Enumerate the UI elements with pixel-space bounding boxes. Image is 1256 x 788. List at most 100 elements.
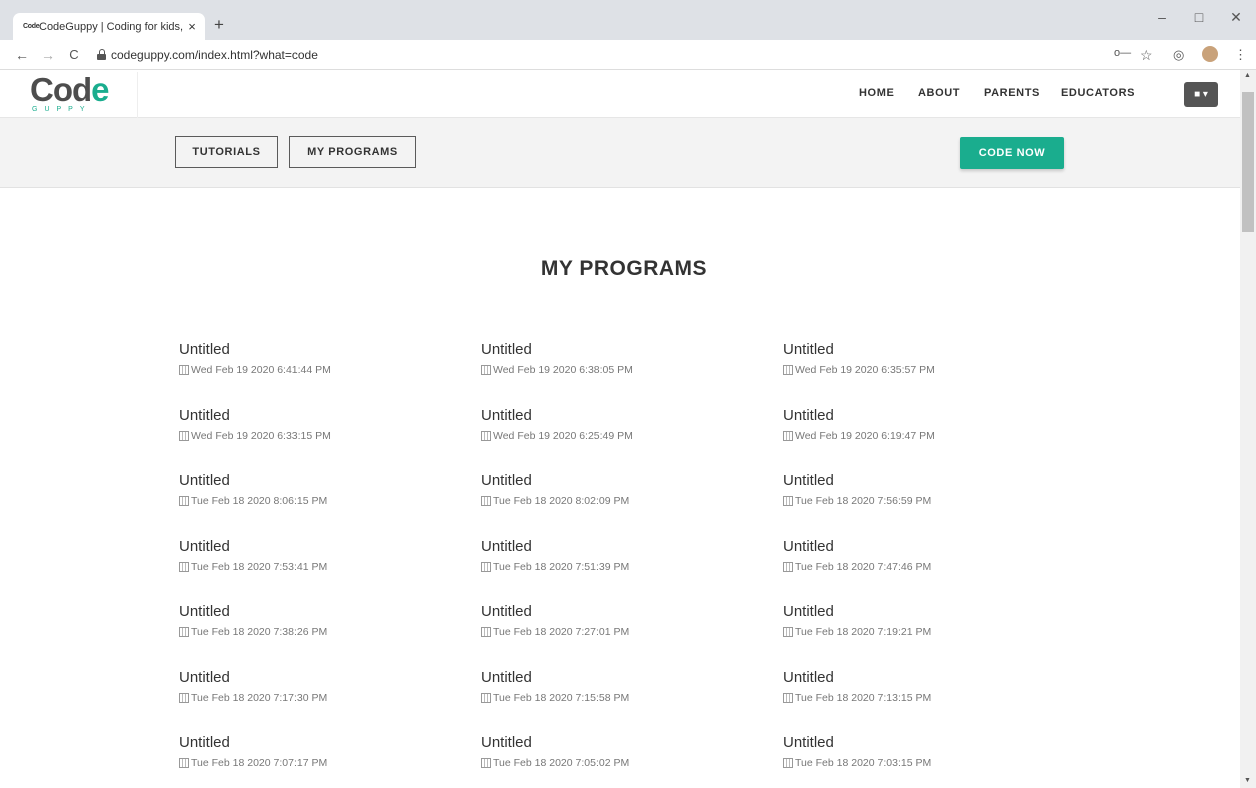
program-title[interactable]: Untitled [783,603,1043,621]
program-item[interactable]: Untitled Tue Feb 18 2020 8:02:09 PM [481,472,741,507]
program-date-text: Wed Feb 19 2020 6:35:57 PM [795,364,935,376]
program-item[interactable]: Untitled Tue Feb 18 2020 7:15:58 PM [481,669,741,704]
program-item[interactable]: Untitled Wed Feb 19 2020 6:35:57 PM [783,341,1043,376]
program-title[interactable]: Untitled [481,407,741,425]
program-title[interactable]: Untitled [179,341,439,359]
my-programs-button[interactable]: MY PROGRAMS [289,136,416,168]
program-item[interactable]: Untitled Tue Feb 18 2020 7:56:59 PM [783,472,1043,507]
site-favicon-icon: Code [23,23,40,30]
program-date: Wed Feb 19 2020 6:19:47 PM [783,430,1043,442]
scroll-up-icon[interactable]: ▲ [1244,72,1251,79]
program-title[interactable]: Untitled [481,734,741,752]
bookmark-star-icon[interactable]: ☆ [1140,47,1153,64]
program-title[interactable]: Untitled [783,407,1043,425]
scrollbar-thumb[interactable] [1242,92,1254,232]
program-title[interactable]: Untitled [179,669,439,687]
program-title[interactable]: Untitled [481,341,741,359]
nav-about-link[interactable]: ABOUT [918,87,960,99]
program-item[interactable]: Untitled Tue Feb 18 2020 7:13:15 PM [783,669,1043,704]
browser-toolbar: ← → C codeguppy.com/index.html?what=code… [0,40,1256,70]
program-item[interactable]: Untitled Tue Feb 18 2020 7:03:15 PM [783,734,1043,769]
program-item[interactable]: Untitled Tue Feb 18 2020 7:47:46 PM [783,538,1043,573]
program-item[interactable]: Untitled Wed Feb 19 2020 6:33:15 PM [179,407,439,442]
program-date: Wed Feb 19 2020 6:41:44 PM [179,364,439,376]
user-icon: ■ [1194,89,1201,100]
program-item[interactable]: Untitled Tue Feb 18 2020 7:27:01 PM [481,603,741,638]
program-date: Wed Feb 19 2020 6:33:15 PM [179,430,439,442]
program-item[interactable]: Untitled Tue Feb 18 2020 7:05:02 PM [481,734,741,769]
program-date-text: Tue Feb 18 2020 7:27:01 PM [493,626,630,638]
program-title[interactable]: Untitled [179,472,439,490]
program-date: Tue Feb 18 2020 7:07:17 PM [179,757,439,769]
calendar-icon [783,693,793,703]
program-date: Tue Feb 18 2020 7:03:15 PM [783,757,1043,769]
new-tab-button[interactable]: + [214,15,224,35]
program-item[interactable]: Untitled Tue Feb 18 2020 7:53:41 PM [179,538,439,573]
calendar-icon [481,693,491,703]
program-date: Tue Feb 18 2020 7:47:46 PM [783,561,1043,573]
site-navbar: Code GUPPY [0,70,1240,118]
window-maximize-button[interactable]: □ [1189,9,1209,25]
program-title[interactable]: Untitled [179,538,439,556]
program-date: Tue Feb 18 2020 7:56:59 PM [783,495,1043,507]
browser-tab[interactable]: Code CodeGuppy | Coding for kids, tee × [13,13,205,40]
program-title[interactable]: Untitled [481,603,741,621]
logo-wordmark: Cod [30,71,92,108]
program-date: Wed Feb 19 2020 6:25:49 PM [481,430,741,442]
program-title[interactable]: Untitled [179,407,439,425]
program-date-text: Tue Feb 18 2020 7:15:58 PM [493,692,630,704]
program-date-text: Wed Feb 19 2020 6:33:15 PM [191,430,331,442]
program-item[interactable]: Untitled Tue Feb 18 2020 7:19:21 PM [783,603,1043,638]
calendar-icon [179,562,189,572]
program-date-text: Tue Feb 18 2020 7:51:39 PM [493,561,630,573]
window-close-button[interactable]: ✕ [1226,9,1246,26]
site-logo[interactable]: Code GUPPY [18,72,138,118]
program-date-text: Wed Feb 19 2020 6:19:47 PM [795,430,935,442]
program-title[interactable]: Untitled [179,734,439,752]
program-item[interactable]: Untitled Wed Feb 19 2020 6:19:47 PM [783,407,1043,442]
nav-parents-link[interactable]: PARENTS [984,87,1040,99]
program-item[interactable]: Untitled Tue Feb 18 2020 8:06:15 PM [179,472,439,507]
program-title[interactable]: Untitled [783,669,1043,687]
program-title[interactable]: Untitled [481,669,741,687]
logo-wordmark-accent: e [91,71,109,108]
address-bar[interactable]: codeguppy.com/index.html?what=code [111,48,318,62]
scroll-down-icon[interactable]: ▼ [1244,777,1251,784]
lock-icon[interactable] [97,49,106,60]
program-title[interactable]: Untitled [783,472,1043,490]
program-item[interactable]: Untitled Tue Feb 18 2020 7:51:39 PM [481,538,741,573]
tab-close-icon[interactable]: × [185,19,199,34]
program-item[interactable]: Untitled Tue Feb 18 2020 7:07:17 PM [179,734,439,769]
program-title[interactable]: Untitled [783,734,1043,752]
chevron-down-icon: ▾ [1202,89,1208,100]
program-date-text: Tue Feb 18 2020 7:19:21 PM [795,626,932,638]
program-date-text: Tue Feb 18 2020 7:56:59 PM [795,495,932,507]
back-icon[interactable]: ← [14,46,30,64]
program-date: Tue Feb 18 2020 7:15:58 PM [481,692,741,704]
program-item[interactable]: Untitled Wed Feb 19 2020 6:25:49 PM [481,407,741,442]
user-menu-button[interactable]: ■ ▾ [1184,82,1218,107]
program-item[interactable]: Untitled Wed Feb 19 2020 6:41:44 PM [179,341,439,376]
program-title[interactable]: Untitled [179,603,439,621]
program-date-text: Tue Feb 18 2020 7:53:41 PM [191,561,328,573]
program-title[interactable]: Untitled [481,538,741,556]
tutorials-button[interactable]: TUTORIALS [175,136,278,168]
reload-icon[interactable]: C [66,46,82,64]
nav-educators-link[interactable]: EDUCATORS [1061,87,1135,99]
profile-avatar[interactable] [1202,46,1218,62]
program-date: Tue Feb 18 2020 8:06:15 PM [179,495,439,507]
forward-icon[interactable]: → [40,46,56,64]
program-item[interactable]: Untitled Tue Feb 18 2020 7:38:26 PM [179,603,439,638]
program-title[interactable]: Untitled [783,341,1043,359]
window-minimize-button[interactable]: – [1152,9,1172,25]
code-now-button[interactable]: CODE NOW [960,137,1064,169]
program-item[interactable]: Untitled Wed Feb 19 2020 6:38:05 PM [481,341,741,376]
program-title[interactable]: Untitled [783,538,1043,556]
calendar-icon [783,496,793,506]
nav-home-link[interactable]: HOME [859,87,894,99]
key-icon[interactable]: o⁠— [1114,47,1131,59]
browser-menu-icon[interactable]: ⋮ [1234,47,1247,63]
program-item[interactable]: Untitled Tue Feb 18 2020 7:17:30 PM [179,669,439,704]
extension-icon[interactable]: ◎ [1173,47,1184,63]
program-title[interactable]: Untitled [481,472,741,490]
